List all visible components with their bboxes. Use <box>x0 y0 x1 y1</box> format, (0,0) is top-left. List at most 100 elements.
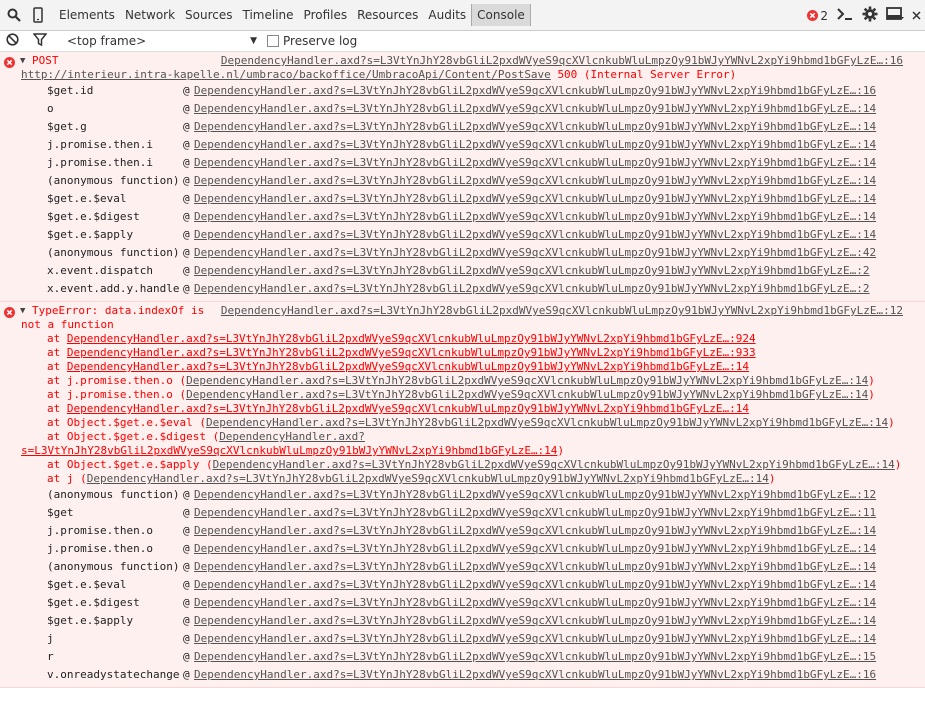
stack-function-name: $get.g <box>47 120 87 133</box>
stack-function-name: j.promise.then.o <box>47 524 153 537</box>
stack-at-symbol: @ <box>183 668 190 681</box>
tab-resources[interactable]: Resources <box>352 4 423 26</box>
console-subbar: <top frame> ▼ Preserve log <box>0 31 925 52</box>
stack-function-name: (anonymous function) <box>47 246 180 259</box>
stack-function-name: (anonymous function) <box>47 560 180 573</box>
stack-at-symbol: @ <box>183 560 190 573</box>
stack-source-link[interactable]: DependencyHandler.axd?s=L3VtYnJhY28vbGli… <box>194 540 876 558</box>
trace-source-link[interactable]: DependencyHandler.axd?s=L3VtYnJhY28vbGli… <box>87 472 769 485</box>
tab-sources[interactable]: Sources <box>180 4 237 26</box>
stack-frame: $get @ DependencyHandler.axd?s=L3VtYnJhY28… <box>0 504 925 522</box>
trace-source-link[interactable]: DependencyHandler.axd?s=L3VtYnJhY28vbGli… <box>67 360 749 373</box>
trace-frame-close: ) <box>888 416 895 429</box>
stack-source-link[interactable]: DependencyHandler.axd?s=L3VtYnJhY28vbGli… <box>194 208 876 226</box>
tab-elements[interactable]: Elements <box>54 4 120 26</box>
stack-source-link[interactable]: DependencyHandler.axd?s=L3VtYnJhY28vbGli… <box>194 262 870 280</box>
stack-at-symbol: @ <box>183 524 190 537</box>
trace-source-link[interactable]: DependencyHandler.axd?s=L3VtYnJhY28vbGli… <box>67 332 756 345</box>
stack-frame: j @ DependencyHandler.axd?s=L3VtYnJhY28vbG… <box>0 630 925 648</box>
stack-at-symbol: @ <box>183 192 190 205</box>
request-line: http://interieur.intra-kapelle.nl/umbrac… <box>0 68 925 82</box>
filter-icon[interactable] <box>32 33 48 49</box>
trace-source-link[interactable]: DependencyHandler.axd? <box>219 430 365 443</box>
stack-source-link[interactable]: DependencyHandler.axd?s=L3VtYnJhY28vbGli… <box>194 630 876 648</box>
stack-frame: j.promise.then.o @ DependencyHandler.axd?s… <box>0 540 925 558</box>
stack-frame: j.promise.then.i @ DependencyHandler.axd?s… <box>0 136 925 154</box>
stack-source-link[interactable]: DependencyHandler.axd?s=L3VtYnJhY28vbGli… <box>194 504 876 522</box>
stack-source-link[interactable]: DependencyHandler.axd?s=L3VtYnJhY28vbGli… <box>194 226 876 244</box>
stack-source-link[interactable]: DependencyHandler.axd?s=L3VtYnJhY28vbGli… <box>194 244 876 262</box>
gear-icon[interactable] <box>862 6 878 25</box>
stack-source-link[interactable]: DependencyHandler.axd?s=L3VtYnJhY28vbGli… <box>194 118 876 136</box>
stack-source-link[interactable]: DependencyHandler.axd?s=L3VtYnJhY28vbGli… <box>194 522 876 540</box>
tab-audits[interactable]: Audits <box>423 4 471 26</box>
trace-source-link[interactable]: DependencyHandler.axd?s=L3VtYnJhY28vbGli… <box>186 374 868 387</box>
frame-select[interactable]: <top frame> ▼ <box>67 34 257 48</box>
request-method: POST <box>32 54 59 67</box>
trace-source-link[interactable]: DependencyHandler.axd?s=L3VtYnJhY28vbGli… <box>67 346 756 359</box>
devtools-toolbar: Elements Network Sources Timeline Profiles Re… <box>0 0 925 31</box>
stack-source-link[interactable]: DependencyHandler.axd?s=L3VtYnJhY28vbGli… <box>194 558 876 576</box>
stack-at-symbol: @ <box>183 102 190 115</box>
stack-source-link[interactable]: DependencyHandler.axd?s=L3VtYnJhY28vbGli… <box>194 576 876 594</box>
trace-line: at Object.$get.e.$eval (DependencyHandle… <box>0 416 925 430</box>
clear-console-icon[interactable] <box>6 33 19 49</box>
trace-frame-text: at j ( <box>47 472 87 485</box>
panel-tabs: Elements Network Sources Timeline Profiles Re… <box>54 4 531 26</box>
stack-source-link[interactable]: DependencyHandler.axd?s=L3VtYnJhY28vbGli… <box>194 594 876 612</box>
dock-side-icon[interactable] <box>886 7 904 24</box>
trace-source-link[interactable]: DependencyHandler.axd?s=L3VtYnJhY28vbGli… <box>67 402 749 415</box>
stack-function-name: $get <box>47 506 74 519</box>
inspect-search-icon[interactable] <box>4 5 24 25</box>
stack-frame: j.promise.then.i @ DependencyHandler.axd?s… <box>0 154 925 172</box>
stack-source-link[interactable]: DependencyHandler.axd?s=L3VtYnJhY28vbGli… <box>194 666 876 684</box>
stack-source-link[interactable]: DependencyHandler.axd?s=L3VtYnJhY28vbGli… <box>194 612 876 630</box>
preserve-log-checkbox[interactable] <box>267 35 279 47</box>
response-status: 500 (Internal Server Error) <box>557 68 737 81</box>
stack-at-symbol: @ <box>183 596 190 609</box>
stack-frame: $get.e.$eval @ DependencyHandler.axd?s=L3V… <box>0 576 925 594</box>
stack-source-link[interactable]: DependencyHandler.axd?s=L3VtYnJhY28vbGli… <box>194 100 876 118</box>
close-icon[interactable] <box>912 9 921 23</box>
stack-at-symbol: @ <box>183 174 190 187</box>
device-mode-icon[interactable] <box>28 5 48 25</box>
stack-source-link[interactable]: DependencyHandler.axd?s=L3VtYnJhY28vbGli… <box>194 136 876 154</box>
stack-frame: (anonymous function) @ DependencyHandler.a… <box>0 558 925 576</box>
request-url-link[interactable]: http://interieur.intra-kapelle.nl/umbrac… <box>21 68 551 81</box>
stack-source-link[interactable]: DependencyHandler.axd?s=L3VtYnJhY28vbGli… <box>194 190 876 208</box>
trace-line: at Object.$get.e.$apply (DependencyHandl… <box>0 458 925 472</box>
message-source-link[interactable]: DependencyHandler.axd?s=L3VtYnJhY28vbGli… <box>221 304 903 318</box>
stack-source-link[interactable]: DependencyHandler.axd?s=L3VtYnJhY28vbGli… <box>194 486 876 504</box>
tab-console[interactable]: Console <box>471 4 531 26</box>
message-source-link[interactable]: DependencyHandler.axd?s=L3VtYnJhY28vbGli… <box>221 54 903 68</box>
tab-network[interactable]: Network <box>120 4 180 26</box>
tab-profiles[interactable]: Profiles <box>299 4 353 26</box>
console-drawer-icon[interactable] <box>836 7 854 24</box>
trace-line: at j (DependencyHandler.axd?s=L3VtYnJhY2… <box>0 472 925 486</box>
tab-timeline[interactable]: Timeline <box>238 4 299 26</box>
trace-source-link[interactable]: DependencyHandler.axd?s=L3VtYnJhY28vbGli… <box>206 416 888 429</box>
error-count-badge[interactable]: 2 <box>807 9 828 23</box>
stack-source-link[interactable]: DependencyHandler.axd?s=L3VtYnJhY28vbGli… <box>194 280 870 298</box>
preserve-log-option[interactable]: Preserve log <box>267 34 357 48</box>
stack-source-link[interactable]: DependencyHandler.axd?s=L3VtYnJhY28vbGli… <box>194 82 876 100</box>
trace-line: at j.promise.then.o (DependencyHandler.a… <box>0 388 925 402</box>
trace-line: at DependencyHandler.axd?s=L3VtYnJhY28vb… <box>0 402 925 416</box>
expand-triangle-icon[interactable]: ▼ <box>20 304 25 318</box>
error-text: TypeError: data.indexOf is <box>32 304 205 317</box>
trace-source-link[interactable]: s=L3VtYnJhY28vbGliL2pxdWVyeS9qcXVlcnkubW… <box>21 444 557 457</box>
stack-source-link[interactable]: DependencyHandler.axd?s=L3VtYnJhY28vbGli… <box>194 648 876 666</box>
stack-function-name: x.event.add.y.handle <box>47 282 180 295</box>
expand-triangle-icon[interactable]: ▼ <box>20 54 25 68</box>
trace-source-link[interactable]: DependencyHandler.axd?s=L3VtYnJhY28vbGli… <box>186 388 868 401</box>
trace-frame-text: at Object.$get.e.$digest ( <box>47 430 220 443</box>
stack-at-symbol: @ <box>183 264 190 277</box>
stack-at-symbol: @ <box>183 156 190 169</box>
trace-line: s=L3VtYnJhY28vbGliL2pxdWVyeS9qcXVlcnkubW… <box>0 444 925 458</box>
trace-source-link[interactable]: DependencyHandler.axd?s=L3VtYnJhY28vbGli… <box>213 458 895 471</box>
stack-frame: o @ DependencyHandler.axd?s=L3VtYnJhY28vbG… <box>0 100 925 118</box>
message-header: ▼ POST DependencyHandler.axd?s=L3VtYnJhY28… <box>0 54 925 68</box>
stack-source-link[interactable]: DependencyHandler.axd?s=L3VtYnJhY28vbGli… <box>194 172 876 190</box>
stack-source-link[interactable]: DependencyHandler.axd?s=L3VtYnJhY28vbGli… <box>194 154 876 172</box>
stack-function-name: j <box>47 632 54 645</box>
